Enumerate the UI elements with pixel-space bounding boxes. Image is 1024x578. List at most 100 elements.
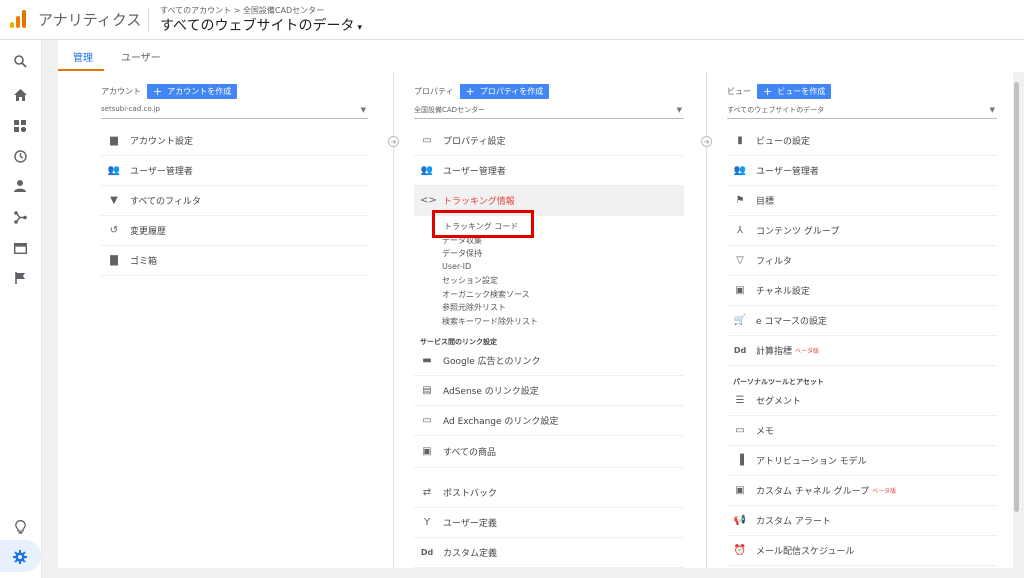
scrollbar-thumb[interactable] — [1014, 82, 1019, 512]
property-items: ▭ プロパティ設定 👥 ユーザー管理者 <> トラッキング情報 — [414, 126, 684, 216]
view-selector[interactable]: すべてのウェブサイトのデータ ▾ — [160, 15, 362, 35]
view-items: ▮ ビューの設定 👥 ユーザー管理者 ⚑ 目標 ⅄ コンテンツ グループ ▽ フィルタ ▣… — [727, 126, 997, 366]
calculated-metrics-icon: Dd — [733, 346, 747, 355]
content-grouping-item[interactable]: ⅄ コンテンツ グループ — [727, 216, 997, 246]
arrow-right-icon: ➔ — [388, 136, 399, 147]
adsense-linking-item[interactable]: ▤ AdSense のリンク設定 — [414, 376, 684, 406]
audience-person-icon[interactable] — [11, 177, 29, 195]
property-user-management-item[interactable]: 👥 ユーザー管理者 — [414, 156, 684, 186]
trash-icon: ▇ — [110, 255, 118, 266]
user-defined-icon: Y — [423, 517, 431, 528]
analytics-logo-icon[interactable] — [10, 10, 28, 28]
tracking-code-highlight-box — [432, 210, 534, 238]
ecommerce-settings-item[interactable]: 🛒 e コマースの設定 — [727, 306, 997, 336]
view-user-management-item[interactable]: 👥 ユーザー管理者 — [727, 156, 997, 186]
behavior-icon[interactable] — [11, 239, 29, 257]
item-label: カスタム アラート — [756, 517, 831, 527]
create-view-label: ビューを作成 — [777, 87, 826, 96]
change-history-item[interactable]: ↺ 変更履歴 — [101, 216, 368, 246]
plus-icon: + — [153, 85, 163, 98]
goals-item[interactable]: ⚑ 目標 — [727, 186, 997, 216]
customization-icon[interactable] — [11, 117, 29, 135]
view-header: ビュー + ビューを作成 — [727, 84, 832, 99]
custom-alerts-item[interactable]: 📢 カスタム アラート — [727, 506, 997, 536]
realtime-clock-icon[interactable] — [11, 147, 29, 165]
history-icon: ↺ — [109, 225, 119, 236]
custom-definitions-item[interactable]: Dd カスタム定義 — [414, 538, 684, 568]
item-label: 目標 — [756, 197, 775, 207]
calculated-metrics-item[interactable]: Dd 計算指標 ベータ版 — [727, 336, 997, 366]
view-column-selector[interactable]: すべてのウェブサイトのデータ ▼ — [727, 105, 997, 119]
item-label: 計算指標 — [756, 347, 793, 357]
goal-flag-icon: ⚑ — [735, 195, 745, 206]
create-view-button[interactable]: + ビューを作成 — [757, 84, 832, 99]
account-header: アカウント + アカウントを作成 — [101, 84, 238, 99]
item-label: e コマースの設定 — [756, 317, 827, 327]
segments-item[interactable]: ☰ セグメント — [727, 386, 997, 416]
trash-item[interactable]: ▇ ゴミ箱 — [101, 246, 368, 276]
item-label: プロパティ設定 — [443, 137, 506, 147]
acquisition-icon[interactable] — [11, 208, 29, 226]
user-defined-item[interactable]: Y ユーザー定義 — [414, 508, 684, 538]
property-selector[interactable]: 全国設備CADセンター ▼ — [414, 105, 684, 119]
postback-icon: ⇄ — [422, 487, 432, 498]
account-column: アカウント + アカウントを作成 setsubi-cad.co.jp ▼ ▆ アカウ… — [101, 72, 368, 568]
account-items: ▆ アカウント設定 👥 ユーザー管理者 ▼ すべてのフィルタ ↺ 変更履歴 ▇ ゴミ箱 — [101, 126, 368, 276]
adsense-icon: ▤ — [422, 385, 432, 396]
channel-settings-item[interactable]: ▣ チャネル設定 — [727, 276, 997, 306]
search-term-exclusion-link[interactable]: 検索キーワード除外リスト — [442, 316, 538, 327]
custom-channel-grouping-item[interactable]: ▣ カスタム チャネル グループ ベータ版 — [727, 476, 997, 506]
attribution-models-item[interactable]: ▐ アトリビューション モデル — [727, 446, 997, 476]
annotations-item[interactable]: ▭ メモ — [727, 416, 997, 446]
create-property-button[interactable]: + プロパティを作成 — [459, 84, 550, 99]
admin-panel: アカウント + アカウントを作成 setsubi-cad.co.jp ▼ ▆ アカウ… — [58, 72, 1013, 568]
caret-down-icon: ▾ — [357, 23, 362, 33]
scrollbar[interactable] — [1013, 72, 1020, 568]
account-selector[interactable]: setsubi-cad.co.jp ▼ — [101, 105, 368, 119]
view-filters-item[interactable]: ▽ フィルタ — [727, 246, 997, 276]
custom-definitions-icon: Dd — [420, 548, 434, 557]
item-label: アカウント設定 — [130, 137, 194, 147]
data-retention-link[interactable]: データ保持 — [442, 248, 482, 259]
title-divider — [148, 8, 149, 32]
item-label: トラッキング情報 — [443, 197, 515, 207]
property-selected: 全国設備CADセンター — [414, 106, 486, 114]
item-label: フィルタ — [756, 257, 792, 267]
code-icon: <> — [420, 195, 437, 206]
item-label: すべての商品 — [443, 448, 497, 458]
item-label: メール配信スケジュール — [756, 547, 855, 557]
tab-admin[interactable]: 管理 — [73, 49, 93, 64]
all-products-icon: ▣ — [422, 446, 432, 457]
ad-exchange-linking-item[interactable]: ▭ Ad Exchange のリンク設定 — [414, 406, 684, 436]
create-account-button[interactable]: + アカウントを作成 — [147, 84, 238, 99]
account-settings-item[interactable]: ▆ アカウント設定 — [101, 126, 368, 156]
user-id-link[interactable]: User-ID — [442, 262, 471, 271]
session-settings-link[interactable]: セッション設定 — [442, 275, 498, 286]
property-heading: プロパティ — [414, 87, 454, 96]
tab-user[interactable]: ユーザー — [121, 49, 161, 64]
scheduled-emails-item[interactable]: ⏰ メール配信スケジュール — [727, 536, 997, 566]
referral-exclusion-link[interactable]: 参照元除外リスト — [442, 302, 506, 313]
app-title: アナリティクス — [38, 11, 142, 29]
account-selected: setsubi-cad.co.jp — [101, 105, 161, 113]
organic-search-sources-link[interactable]: オーガニック検索ソース — [442, 289, 530, 300]
arrow-right-icon: ➔ — [701, 136, 712, 147]
search-icon[interactable] — [11, 52, 29, 70]
property-settings-item[interactable]: ▭ プロパティ設定 — [414, 126, 684, 156]
dropdown-arrow-icon: ▼ — [360, 106, 366, 114]
google-ads-linking-item[interactable]: ▬ Google 広告とのリンク — [414, 346, 684, 376]
account-user-management-item[interactable]: 👥 ユーザー管理者 — [101, 156, 368, 186]
view-selector-label: すべてのウェブサイトのデータ — [160, 18, 355, 34]
discover-lightbulb-icon[interactable] — [11, 518, 29, 536]
postback-item[interactable]: ⇄ ポストバック — [414, 478, 684, 508]
all-filters-item[interactable]: ▼ すべてのフィルタ — [101, 186, 368, 216]
item-label: カスタム チャネル グループ — [756, 487, 870, 497]
conversions-flag-icon[interactable] — [11, 269, 29, 287]
view-settings-item[interactable]: ▮ ビューの設定 — [727, 126, 997, 156]
home-icon[interactable] — [11, 86, 29, 104]
schedule-icon: ⏰ — [733, 545, 747, 556]
admin-gear-icon[interactable] — [11, 548, 29, 566]
beta-badge: ベータ版 — [795, 348, 820, 355]
all-products-item[interactable]: ▣ すべての商品 — [414, 436, 684, 468]
view-column: ビュー + ビューを作成 すべてのウェブサイトのデータ ▼ ▮ ビューの設定 👥 ユー… — [727, 72, 997, 568]
